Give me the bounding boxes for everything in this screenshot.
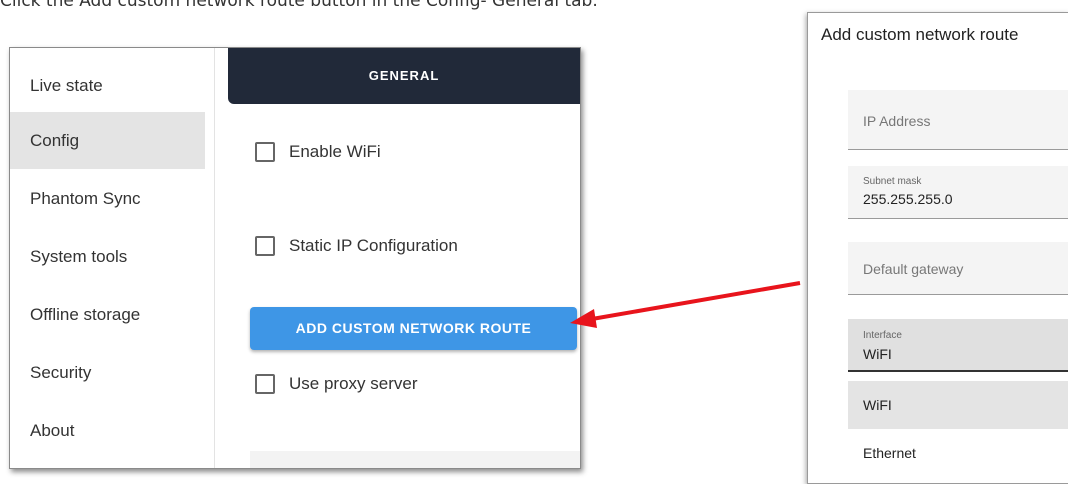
- interface-option-wifi[interactable]: WiFI: [848, 381, 1068, 429]
- ip-address-field[interactable]: IP Address: [848, 90, 1068, 150]
- add-route-dialog: Add custom network route IP Address Subn…: [807, 12, 1068, 484]
- interface-option-ethernet[interactable]: Ethernet: [848, 429, 1068, 477]
- interface-value: WiFI: [863, 346, 892, 362]
- interface-select[interactable]: Interface WiFI: [848, 319, 1068, 372]
- dialog-title: Add custom network route: [821, 25, 1019, 44]
- default-gateway-field[interactable]: Default gateway: [848, 242, 1068, 295]
- arrow-head: [570, 309, 597, 328]
- ip-address-placeholder: IP Address: [863, 113, 931, 129]
- subnet-mask-field[interactable]: Subnet mask 255.255.255.0: [848, 166, 1068, 219]
- arrow-shaft: [591, 281, 801, 321]
- default-gateway-placeholder: Default gateway: [863, 261, 964, 277]
- interface-label: Interface: [863, 330, 902, 341]
- subnet-mask-label: Subnet mask: [863, 176, 922, 187]
- subnet-mask-value: 255.255.255.0: [863, 191, 953, 207]
